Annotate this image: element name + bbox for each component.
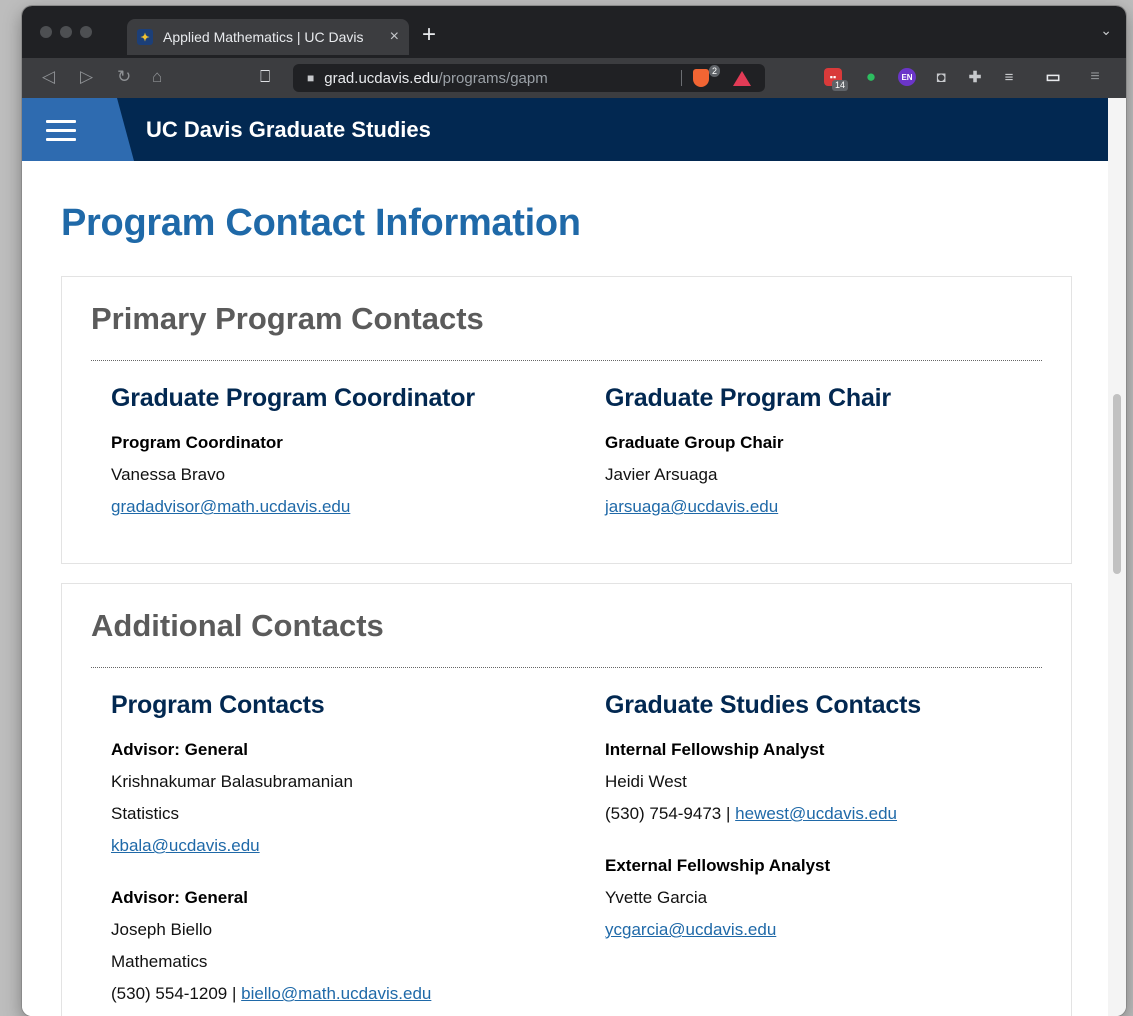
bookmark-icon[interactable]: ⎕ xyxy=(260,67,270,87)
zoom-window-button[interactable] xyxy=(80,26,92,38)
separator: | xyxy=(726,804,731,823)
reading-list-icon[interactable]: ≡ xyxy=(1000,68,1018,86)
browser-window: ✦ Applied Mathematics | UC Davis × + ⌄ ◁… xyxy=(22,6,1126,1016)
contact-name: Krishnakumar Balasubramanian xyxy=(111,772,353,791)
contact-role: Advisor: General xyxy=(111,740,248,759)
separator: | xyxy=(232,984,237,1003)
puzzle-icon[interactable]: ✚ xyxy=(966,68,984,86)
contact-phone: (530) 554-1209 xyxy=(111,984,228,1003)
contact-department: Mathematics xyxy=(111,952,208,971)
evernote-icon[interactable]: ● xyxy=(862,67,880,86)
program-contacts-heading: Program Contacts xyxy=(111,691,325,719)
tab-strip: ✦ Applied Mathematics | UC Davis × + ⌄ xyxy=(22,6,1126,58)
address-bar[interactable]: ■ grad.ucdavis.edu/programs/gapm 2 xyxy=(293,64,765,92)
url-host: grad.ucdavis.edu xyxy=(324,69,439,87)
contact-role: External Fellowship Analyst xyxy=(605,856,831,875)
site-header: UC Davis Graduate Studies xyxy=(22,98,1108,161)
tab-search-icon[interactable]: ⌄ xyxy=(1100,22,1112,39)
forward-icon[interactable]: ▷ xyxy=(80,67,93,87)
contact-name: Vanessa Bravo xyxy=(111,465,226,484)
wallet-icon[interactable]: ▭ xyxy=(1044,68,1062,86)
contact-phone-line: (530) 754-9473 | hewest@ucdavis.edu xyxy=(605,798,1065,830)
scrollbar-thumb[interactable] xyxy=(1113,394,1121,574)
contact-name: Javier Arsuaga xyxy=(605,465,718,484)
primary-contacts-heading: Primary Program Contacts xyxy=(91,301,484,336)
contact-email-link[interactable]: biello@math.ucdavis.edu xyxy=(241,984,431,1003)
contact-email-link[interactable]: jarsuaga@ucdavis.edu xyxy=(605,497,778,516)
hamburger-icon xyxy=(46,120,76,147)
chair-heading: Graduate Program Chair xyxy=(605,384,891,412)
contact-role: Internal Fellowship Analyst xyxy=(605,740,825,759)
minimize-window-button[interactable] xyxy=(60,26,72,38)
new-tab-button[interactable]: + xyxy=(422,21,436,49)
brave-shield-count: 2 xyxy=(709,65,721,77)
brave-rewards-icon[interactable] xyxy=(733,71,751,86)
favicon-icon: ✦ xyxy=(137,29,153,45)
grad-studies-contacts-column: Graduate Studies Contacts Internal Fello… xyxy=(605,691,1065,966)
en-extension-icon[interactable]: EN xyxy=(898,68,916,86)
contact-entry: Advisor: General Joseph Biello Mathemati… xyxy=(111,882,571,1010)
browser-toolbar: ◁ ▷ ↻ ⌂ ⎕ ■ grad.ucdavis.edu/programs/ga… xyxy=(22,58,1126,98)
divider xyxy=(91,667,1042,668)
window-controls xyxy=(40,26,92,38)
coordinator-column: Graduate Program Coordinator Program Coo… xyxy=(111,384,571,523)
chair-column: Graduate Program Chair Graduate Group Ch… xyxy=(605,384,1065,523)
grad-studies-contacts-heading: Graduate Studies Contacts xyxy=(605,691,921,719)
brave-shield-icon[interactable] xyxy=(693,69,709,87)
tab-title: Applied Mathematics | UC Davis xyxy=(163,29,364,45)
close-window-button[interactable] xyxy=(40,26,52,38)
coordinator-heading: Graduate Program Coordinator xyxy=(111,384,475,412)
back-icon[interactable]: ◁ xyxy=(42,67,55,87)
primary-contacts-card: Primary Program Contacts Graduate Progra… xyxy=(61,276,1072,564)
calendar-badge: 14 xyxy=(832,80,849,91)
contact-entry: Internal Fellowship Analyst Heidi West (… xyxy=(605,734,1065,830)
contact-phone: (530) 754-9473 xyxy=(605,804,722,823)
contact-email-link[interactable]: gradadvisor@math.ucdavis.edu xyxy=(111,497,350,516)
extension-icon[interactable]: ◘ xyxy=(932,68,950,86)
contact-name: Heidi West xyxy=(605,772,687,791)
menu-icon[interactable]: ≡ xyxy=(1086,68,1104,86)
home-icon[interactable]: ⌂ xyxy=(152,67,162,87)
url-path: /programs/gapm xyxy=(438,69,548,87)
contact-name: Joseph Biello xyxy=(111,920,213,939)
additional-contacts-heading: Additional Contacts xyxy=(91,608,384,643)
contact-email-link[interactable]: hewest@ucdavis.edu xyxy=(735,804,897,823)
contact-department: Statistics xyxy=(111,804,180,823)
tab-active[interactable]: ✦ Applied Mathematics | UC Davis × xyxy=(127,19,409,55)
reload-icon[interactable]: ↻ xyxy=(117,67,131,87)
lock-icon: ■ xyxy=(307,71,315,85)
contact-name: Yvette Garcia xyxy=(605,888,708,907)
program-contacts-column: Program Contacts Advisor: General Krishn… xyxy=(111,691,571,1016)
menu-button[interactable] xyxy=(22,98,134,161)
page-title: Program Contact Information xyxy=(61,202,581,244)
contact-role: Advisor: General xyxy=(111,888,248,907)
contact-phone-line: (530) 554-1209 | biello@math.ucdavis.edu xyxy=(111,978,571,1010)
url-divider xyxy=(681,70,682,86)
contact-email-link[interactable]: ycgarcia@ucdavis.edu xyxy=(605,920,776,939)
divider xyxy=(91,360,1042,361)
contact-entry: Advisor: General Krishnakumar Balasubram… xyxy=(111,734,571,862)
contact-email-link[interactable]: kbala@ucdavis.edu xyxy=(111,836,260,855)
contact-role: Program Coordinator xyxy=(111,433,283,452)
additional-contacts-card: Additional Contacts Program Contacts Adv… xyxy=(61,583,1072,1016)
web-page: UC Davis Graduate Studies Program Contac… xyxy=(22,98,1108,1016)
contact-role: Graduate Group Chair xyxy=(605,433,784,452)
contact-entry: External Fellowship Analyst Yvette Garci… xyxy=(605,850,1065,946)
site-title[interactable]: UC Davis Graduate Studies xyxy=(146,117,431,143)
tab-close-icon[interactable]: × xyxy=(390,28,399,46)
